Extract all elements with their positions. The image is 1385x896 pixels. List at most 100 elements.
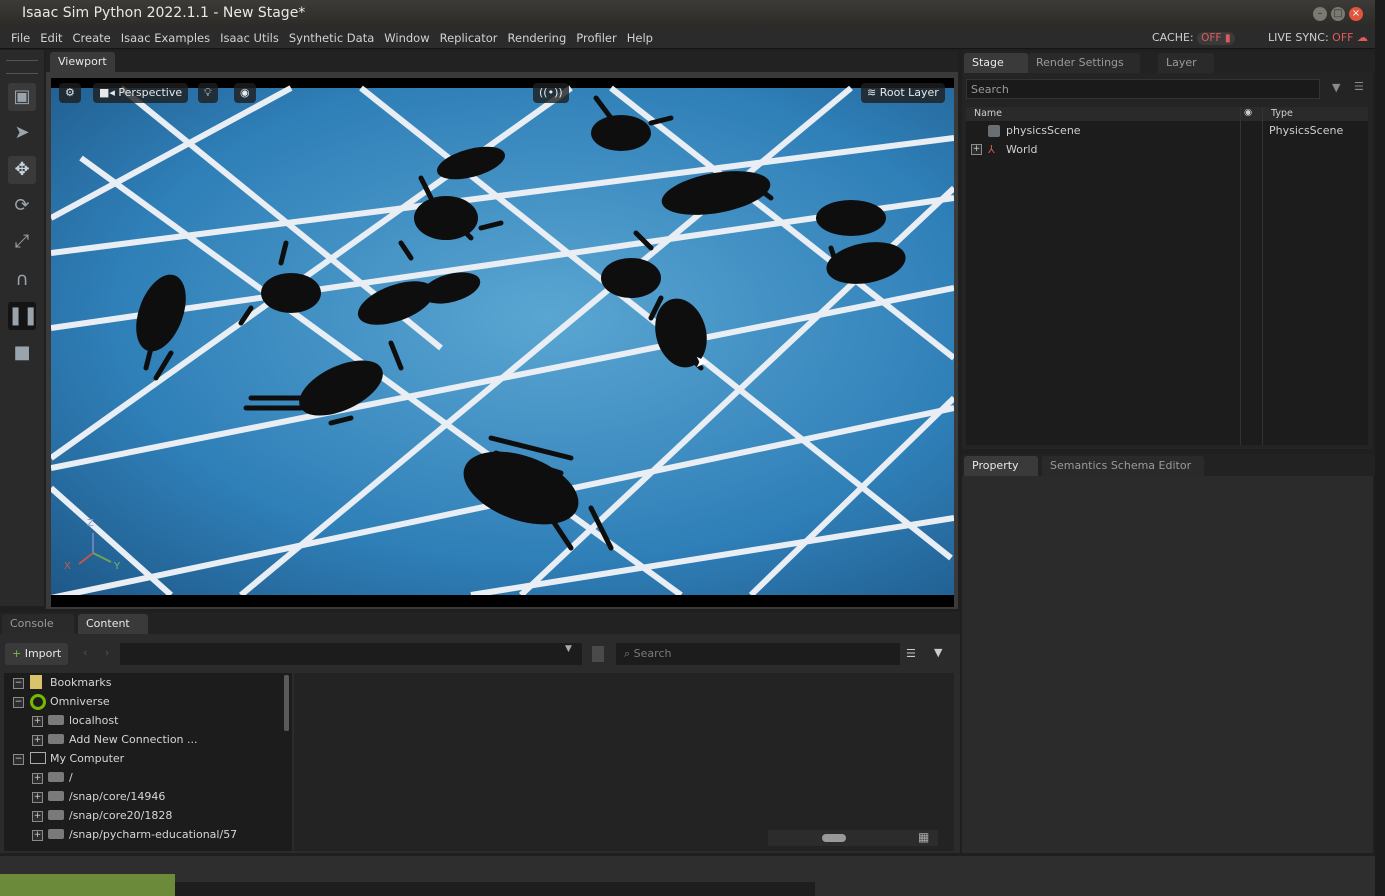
tab-stage[interactable]: Stage: [964, 53, 1028, 73]
menu-isaac-examples[interactable]: Isaac Examples: [116, 29, 215, 47]
menu-window[interactable]: Window: [379, 29, 434, 47]
tree-label: Bookmarks: [50, 676, 112, 689]
prim-name: World: [1006, 143, 1038, 156]
streaming-button[interactable]: ((•)): [533, 83, 569, 103]
menu-isaac-utils[interactable]: Isaac Utils: [215, 29, 284, 47]
tree-my-computer[interactable]: − My Computer: [4, 749, 284, 768]
viewport[interactable]: Z X Y ⚙ ■◂ Perspective 💡︎ ◉ ((•)) ≋ Root…: [51, 78, 954, 607]
live-sync-status[interactable]: LIVE SYNC: OFF ☁: [1268, 31, 1368, 44]
pause-icon[interactable]: ❚❚: [8, 302, 38, 330]
zoom-slider-handle[interactable]: [822, 834, 846, 842]
menu-edit[interactable]: Edit: [35, 29, 67, 47]
tree-snap-pycharm[interactable]: + /snap/pycharm-educational/57: [4, 825, 284, 844]
move-icon[interactable]: ✥: [8, 156, 36, 184]
forward-icon[interactable]: ›: [105, 646, 109, 659]
root-layer-label: Root Layer: [879, 86, 939, 99]
stage-row-physics-scene[interactable]: physicsScene PhysicsScene: [966, 121, 1368, 140]
eye-icon[interactable]: ◉: [1244, 107, 1252, 118]
filter-icon[interactable]: ▼: [1332, 81, 1340, 94]
menu-profiler[interactable]: Profiler: [571, 29, 622, 47]
close-icon[interactable]: ×: [1349, 7, 1363, 21]
collapse-icon[interactable]: −: [13, 697, 24, 708]
tree-add-connection[interactable]: + Add New Connection ...: [4, 730, 284, 749]
expand-icon[interactable]: +: [32, 830, 43, 841]
menu-help[interactable]: Help: [622, 29, 658, 47]
snap-icon[interactable]: ∩: [8, 266, 36, 294]
stage-tab-row: Stage Render Settings Layer: [962, 51, 1375, 73]
viewport-settings-button[interactable]: ⚙: [59, 83, 81, 103]
tree-root-drive[interactable]: + /: [4, 768, 284, 787]
tree-localhost[interactable]: + localhost: [4, 711, 284, 730]
window-title: Isaac Sim Python 2022.1.1 - New Stage*: [22, 5, 306, 21]
tab-property[interactable]: Property: [964, 456, 1038, 476]
expand-icon[interactable]: +: [32, 773, 43, 784]
scale-icon[interactable]: ⤢: [8, 228, 36, 256]
bookmark-icon[interactable]: [592, 646, 604, 662]
tab-layer[interactable]: Layer: [1158, 53, 1214, 73]
status-bar: [0, 856, 1375, 896]
tree-snap-core20[interactable]: + /snap/core20/1828: [4, 806, 284, 825]
expand-icon[interactable]: +: [32, 792, 43, 803]
menu-icon[interactable]: ☰: [1354, 80, 1364, 93]
xform-icon: ⅄: [988, 143, 995, 156]
select-icon[interactable]: ➤: [8, 119, 36, 147]
tree-label: /snap/core/14946: [69, 790, 166, 803]
tab-render-settings[interactable]: Render Settings: [1028, 53, 1140, 73]
tab-semantics-schema-editor[interactable]: Semantics Schema Editor: [1042, 456, 1204, 476]
camera-button[interactable]: ■◂ Perspective: [93, 83, 189, 103]
expand-icon[interactable]: +: [32, 811, 43, 822]
tree-scrollbar[interactable]: [284, 675, 289, 731]
visibility-button[interactable]: ◉: [234, 83, 256, 103]
tree-omniverse[interactable]: − Omniverse: [4, 692, 284, 711]
grid-view-icon[interactable]: ▦: [918, 830, 929, 844]
content-tree: − Bookmarks − Omniverse + localhost + Ad…: [4, 673, 292, 851]
back-icon[interactable]: ‹: [83, 646, 87, 659]
stage-search-input[interactable]: Search: [966, 79, 1320, 99]
collapse-icon[interactable]: −: [13, 678, 24, 689]
tree-bookmarks[interactable]: − Bookmarks: [4, 673, 284, 692]
expand-icon[interactable]: +: [32, 716, 43, 727]
import-button[interactable]: + Import: [5, 643, 68, 665]
collapse-icon[interactable]: −: [13, 754, 24, 765]
col-name[interactable]: Name: [974, 108, 1002, 119]
broadcast-icon: ((•)): [539, 86, 563, 99]
tab-console[interactable]: Console: [2, 614, 74, 634]
tree-label: My Computer: [50, 752, 125, 765]
content-search-input[interactable]: ⌕ Search: [616, 643, 900, 665]
property-tab-row: Property Semantics Schema Editor: [962, 454, 1375, 476]
expand-icon[interactable]: +: [971, 144, 982, 155]
zoom-slider[interactable]: [768, 830, 938, 846]
menu-create[interactable]: Create: [68, 29, 116, 47]
list-view-icon[interactable]: ☰: [906, 647, 916, 660]
path-input[interactable]: [120, 643, 582, 665]
menu-replicator[interactable]: Replicator: [435, 29, 503, 47]
filter-icon[interactable]: ▼: [934, 646, 942, 659]
axis-label-y: Y: [114, 561, 121, 572]
lighting-button[interactable]: 💡︎: [198, 83, 218, 103]
drive-icon: [48, 772, 64, 782]
menu-synthetic-data[interactable]: Synthetic Data: [284, 29, 379, 47]
minimize-icon[interactable]: –: [1313, 7, 1327, 21]
file-icon: ▮: [1224, 31, 1231, 44]
axis-label-z: Z: [87, 518, 94, 529]
maximize-icon[interactable]: □: [1331, 7, 1345, 21]
stop-icon[interactable]: ■: [8, 339, 36, 367]
tab-viewport[interactable]: Viewport: [50, 52, 115, 72]
cache-toggle[interactable]: OFF ▮: [1197, 31, 1235, 45]
live-sync-value: OFF: [1332, 31, 1354, 44]
rotate-icon[interactable]: ⟳: [8, 192, 36, 220]
expand-icon[interactable]: +: [32, 735, 43, 746]
ground-plane: [51, 88, 954, 595]
tree-snap-core[interactable]: + /snap/core/14946: [4, 787, 284, 806]
cache-status[interactable]: CACHE: OFF ▮: [1152, 31, 1235, 45]
menu-file[interactable]: File: [6, 29, 35, 47]
col-type[interactable]: Type: [1271, 108, 1293, 119]
tab-content[interactable]: Content: [78, 614, 148, 634]
stage-tree: Name ◉ Type physicsScene PhysicsScene + …: [966, 107, 1368, 445]
cube-icon[interactable]: ▣: [8, 83, 36, 111]
tree-label: /: [69, 771, 73, 784]
stage-row-world[interactable]: + ⅄ World: [966, 140, 1368, 159]
path-dropdown-icon[interactable]: ▼: [565, 644, 572, 654]
root-layer-button[interactable]: ≋ Root Layer: [861, 83, 945, 103]
menu-rendering[interactable]: Rendering: [503, 29, 572, 47]
